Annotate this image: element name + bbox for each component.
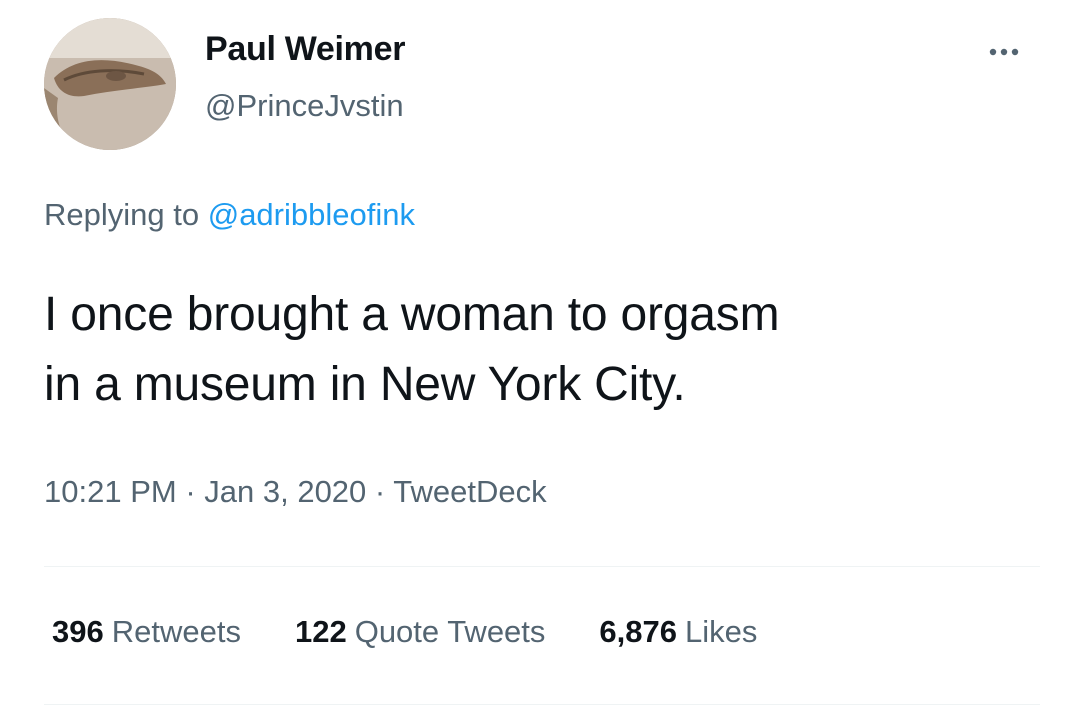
more-options-button[interactable]: [976, 30, 1032, 74]
meta-separator: ·: [366, 474, 394, 509]
quote-tweets-label: Quote Tweets: [354, 614, 546, 649]
tweet-time[interactable]: 10:21 PM: [44, 474, 177, 509]
retweets-label: Retweets: [111, 614, 241, 649]
divider: [44, 566, 1040, 567]
author-name[interactable]: Paul Weimer: [205, 30, 405, 69]
engagement-stats: 396 Retweets 122 Quote Tweets 6,876 Likes: [52, 614, 757, 650]
tweet: Paul Weimer @PrinceJvstin Replying to @a…: [0, 0, 1080, 726]
likes-stat[interactable]: 6,876 Likes: [599, 614, 757, 650]
retweets-stat[interactable]: 396 Retweets: [52, 614, 241, 650]
author-handle[interactable]: @PrinceJvstin: [205, 88, 404, 124]
quote-tweets-stat[interactable]: 122 Quote Tweets: [295, 614, 545, 650]
replying-to-label: Replying to: [44, 197, 208, 232]
reply-mention-link[interactable]: @adribbleofink: [208, 197, 415, 232]
more-horizontal-icon: [989, 48, 1019, 56]
meta-separator: ·: [176, 474, 205, 509]
tweet-text: I once brought a woman to orgasm in a mu…: [44, 280, 1044, 420]
avatar[interactable]: [44, 18, 176, 150]
tweet-date[interactable]: Jan 3, 2020: [204, 474, 366, 509]
divider: [44, 704, 1040, 705]
tweet-source[interactable]: TweetDeck: [393, 474, 546, 509]
likes-label: Likes: [685, 614, 758, 649]
retweets-count: 396: [52, 614, 104, 649]
likes-count: 6,876: [599, 614, 677, 649]
tweet-metadata: 10:21 PM · Jan 3, 2020 · TweetDeck: [44, 474, 547, 510]
tweet-text-line: I once brought a woman to orgasm: [44, 288, 780, 341]
avatar-image: [44, 18, 176, 150]
quote-tweets-count: 122: [294, 614, 347, 649]
replying-to: Replying to @adribbleofink: [44, 197, 415, 233]
tweet-text-line: in a museum in New York City.: [44, 358, 686, 411]
